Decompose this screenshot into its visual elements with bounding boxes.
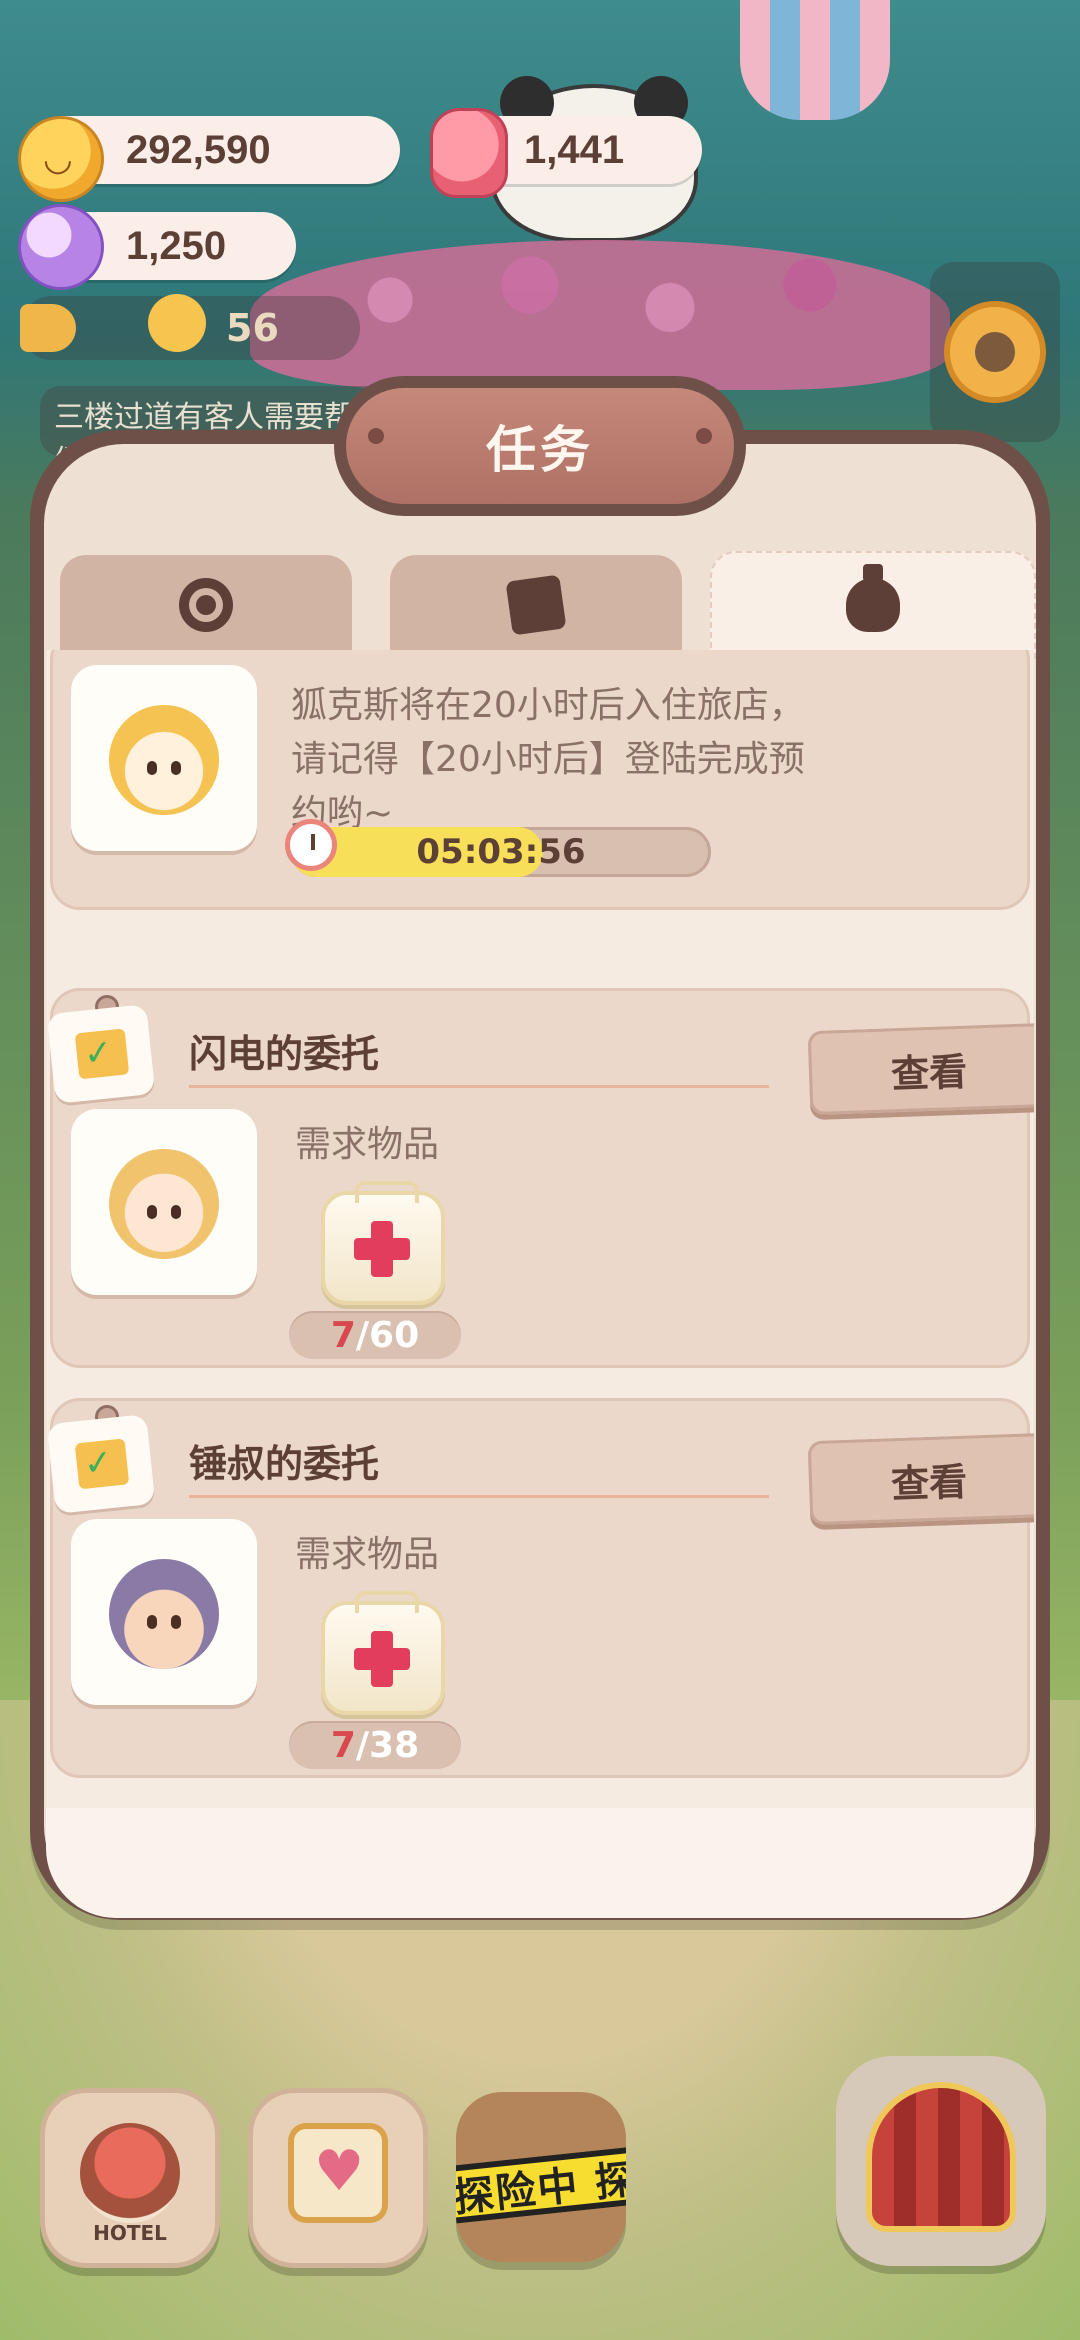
required-items-label: 需求物品: [295, 1534, 440, 1575]
task-tabs: [60, 551, 1036, 659]
item-current: 7: [330, 1724, 356, 1766]
settings-button[interactable]: [930, 262, 1060, 442]
reservation-description: 狐克斯将在20小时后入住旅店，请记得【20小时后】登陆完成预约哟~: [291, 685, 805, 834]
diary-icon: [288, 2123, 388, 2223]
item-progress: 7 /38: [289, 1721, 461, 1769]
task-list[interactable]: 狐克斯将在20小时后入住旅店，请记得【20小时后】登陆完成预约哟~ 05:03:…: [46, 650, 1034, 1820]
title-divider: [189, 1085, 769, 1088]
gem-count: 1,250: [126, 223, 227, 268]
panel-title: 任务: [346, 388, 734, 504]
panel-title-plaque: 任务: [334, 376, 746, 516]
timer-text: 05:03:56: [416, 832, 586, 872]
jelly-count: 1,441: [524, 127, 625, 172]
chick-icon: [148, 294, 206, 352]
girl-avatar: [71, 1109, 257, 1295]
diary-button[interactable]: [248, 2088, 428, 2268]
tab-notes[interactable]: [390, 555, 682, 655]
reservation-timer: 05:03:56: [291, 827, 711, 877]
first-aid-kit-icon[interactable]: [321, 1591, 445, 1715]
girl-face-icon: [109, 1149, 219, 1259]
tab-achievements[interactable]: [60, 555, 352, 655]
horn-count: 56: [226, 306, 279, 350]
checkmark-icon: ✓: [81, 1441, 115, 1485]
explore-label: 探险中 探: [456, 2145, 626, 2225]
view-button[interactable]: 查看: [807, 1432, 1034, 1526]
cookie-icon: [18, 116, 104, 202]
item-total: /60: [355, 1314, 420, 1356]
gem-icon: [18, 204, 104, 290]
checkmark-icon: ✓: [81, 1031, 115, 1075]
task-title: 闪电的委托: [189, 1032, 380, 1076]
megaphone-icon: [20, 304, 76, 352]
circus-button[interactable]: [836, 2056, 1046, 2266]
item-total: /38: [355, 1724, 420, 1766]
task-card: ✓ 闪电的委托 查看 需求物品 7 /60: [46, 988, 1034, 1368]
fox-face-icon: [109, 705, 219, 815]
plaque-rivet-icon: [696, 428, 712, 444]
reservation-card: 狐克斯将在20小时后入住旅店，请记得【20小时后】登陆完成预约哟~ 05:03:…: [50, 650, 1030, 910]
gear-icon: [944, 301, 1046, 403]
view-button[interactable]: 查看: [807, 1022, 1034, 1116]
task-badge: ✓: [46, 1414, 156, 1514]
circus-tent-icon: [866, 2082, 1016, 2232]
task-card: ✓ 锤叔的委托 查看 需求物品 7 /38: [46, 1398, 1034, 1778]
item-current: 7: [330, 1314, 356, 1356]
clock-icon: [285, 819, 337, 871]
task-title: 锤叔的委托: [189, 1442, 380, 1486]
plaque-rivet-icon: [368, 428, 384, 444]
uncle-face-icon: [109, 1559, 219, 1669]
cookie-count: 292,590: [126, 127, 271, 172]
explore-button[interactable]: 探险中 探: [456, 2092, 626, 2262]
list-footer: [46, 1808, 1034, 1918]
badge-icon: [179, 578, 233, 632]
note-icon: [505, 574, 567, 636]
hotel-button[interactable]: HOTEL: [40, 2088, 220, 2268]
fox-avatar: [71, 665, 257, 851]
hot-air-balloon-icon: [740, 0, 890, 120]
required-items-label: 需求物品: [295, 1124, 440, 1165]
uncle-avatar: [71, 1519, 257, 1705]
jelly-icon: [430, 108, 508, 198]
hotel-icon: [80, 2123, 180, 2223]
task-badge: ✓: [46, 1004, 156, 1104]
first-aid-kit-icon[interactable]: [321, 1181, 445, 1305]
item-progress: 7 /60: [289, 1311, 461, 1359]
bottle-icon: [846, 564, 900, 632]
hotel-label: HOTEL: [93, 2221, 167, 2245]
title-divider: [189, 1495, 769, 1498]
tab-commissions[interactable]: [710, 551, 1036, 659]
